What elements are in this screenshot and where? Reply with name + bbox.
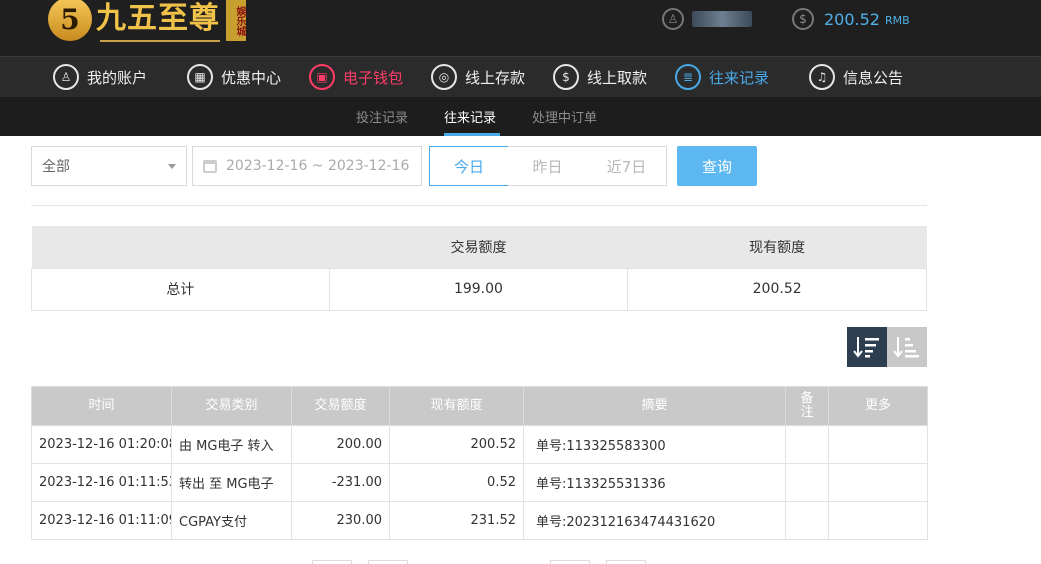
summary-header-blank <box>31 226 330 268</box>
cell-time: 2023-12-16 01:20:08 <box>31 425 172 464</box>
cell-balance: 0.52 <box>389 463 524 502</box>
nav-promotions[interactable]: ▦ 优惠中心 <box>187 63 281 91</box>
summary-header-trade-amount: 交易额度 <box>329 226 628 268</box>
date-range-value: 2023-12-16 ~ 2023-12-16 <box>226 158 410 174</box>
nav-label: 线上存款 <box>465 68 526 87</box>
summary-row-label: 总计 <box>31 267 330 311</box>
nav-announcements[interactable]: ♫ 信息公告 <box>809 63 903 91</box>
pager-button[interactable] <box>606 560 646 564</box>
logo-tag: 娱乐城 <box>226 0 246 41</box>
nav-online-withdraw[interactable]: $ 线上取款 <box>553 63 647 91</box>
masked-username <box>692 11 752 27</box>
col-header-summary[interactable]: 摘要 <box>523 386 786 426</box>
tab-pending-orders[interactable]: 处理中订单 <box>532 107 597 126</box>
site-logo[interactable]: 5 九五至尊 娱乐城 <box>48 0 246 44</box>
cell-more[interactable] <box>828 463 928 502</box>
table-row: 2023-12-16 01:11:09 CGPAY支付 230.00 231.5… <box>31 501 928 540</box>
cell-amount: 200.00 <box>291 425 390 464</box>
table-row: 2023-12-16 01:11:53 转出 至 MG电子 -231.00 0.… <box>31 463 928 502</box>
sort-asc-button[interactable] <box>887 327 927 367</box>
active-tab-indicator <box>444 133 500 136</box>
col-header-more[interactable]: 更多 <box>828 386 928 426</box>
cell-note <box>785 501 829 540</box>
cell-more[interactable] <box>828 501 928 540</box>
cell-time: 2023-12-16 01:11:53 <box>31 463 172 502</box>
nav-e-wallet[interactable]: ▣ 电子钱包 <box>309 63 403 91</box>
cell-balance: 231.52 <box>389 501 524 540</box>
col-header-balance[interactable]: 现有额度 <box>389 386 524 426</box>
summary-trade-amount: 199.00 <box>328 267 629 311</box>
pager-button[interactable] <box>312 560 352 564</box>
wallet-icon: ▣ <box>309 64 335 90</box>
nav-label: 我的账户 <box>87 68 148 87</box>
nav-my-account[interactable]: ♙ 我的账户 <box>53 63 147 91</box>
sort-asc-icon <box>893 337 919 358</box>
balance-unit: RMB <box>884 14 910 27</box>
summary-table: 交易额度 现有额度 总计 199.00 200.52 <box>31 226 927 311</box>
nav-transaction-records[interactable]: ≣ 往来记录 <box>675 63 769 91</box>
col-header-note-text: 备注 <box>800 391 814 420</box>
logo-mark: 5 <box>48 0 92 41</box>
withdraw-icon: $ <box>553 64 579 90</box>
sort-desc-icon <box>853 337 879 358</box>
col-header-time[interactable]: 时间 <box>31 386 172 426</box>
user-icon: ♙ <box>662 8 684 30</box>
cell-summary: 单号:202312163474431620 <box>523 501 786 540</box>
col-header-note[interactable]: 备注 <box>785 386 829 426</box>
cell-amount: -231.00 <box>291 463 390 502</box>
records-table: 时间 交易类别 交易额度 现有额度 摘要 备注 更多 2023-12-16 01… <box>31 386 928 540</box>
summary-current-amount: 200.52 <box>627 267 927 311</box>
sub-nav: 投注记录 往来记录 处理中订单 <box>0 97 1041 136</box>
last-7-days-button[interactable]: 近7日 <box>587 146 667 186</box>
logo-underline <box>100 40 220 42</box>
pager-button[interactable] <box>550 560 590 564</box>
tab-transaction-records[interactable]: 往来记录 <box>444 107 496 126</box>
top-header: 5 九五至尊 娱乐城 ♙ $ 200.52 RMB <box>0 0 1041 56</box>
cell-amount: 230.00 <box>291 501 390 540</box>
cell-type: 转出 至 MG电子 <box>171 463 292 502</box>
nav-label: 往来记录 <box>709 68 770 87</box>
nav-label: 线上取款 <box>587 68 648 87</box>
cell-type: CGPAY支付 <box>171 501 292 540</box>
summary-header-current-amount: 现有额度 <box>627 226 927 268</box>
tab-bet-records[interactable]: 投注记录 <box>356 107 408 126</box>
gift-icon: ▦ <box>187 64 213 90</box>
today-button[interactable]: 今日 <box>429 146 509 186</box>
user-info[interactable]: ♙ <box>662 8 752 30</box>
deposit-icon: ◎ <box>431 64 457 90</box>
bell-icon: ♫ <box>809 64 835 90</box>
cell-note <box>785 463 829 502</box>
yesterday-button[interactable]: 昨日 <box>508 146 588 186</box>
category-select[interactable]: 全部 <box>31 146 187 186</box>
table-row: 2023-12-16 01:20:08 由 MG电子 转入 200.00 200… <box>31 425 928 464</box>
nav-online-deposit[interactable]: ◎ 线上存款 <box>431 63 525 91</box>
cell-summary: 单号:113325531336 <box>523 463 786 502</box>
balance-amount: 200.52 <box>824 9 880 29</box>
query-button[interactable]: 查询 <box>677 146 757 186</box>
date-range-input[interactable]: 2023-12-16 ~ 2023-12-16 <box>192 146 422 186</box>
pager-button[interactable] <box>368 560 408 564</box>
col-header-amount[interactable]: 交易额度 <box>291 386 390 426</box>
calendar-icon <box>203 159 217 173</box>
user-icon: ♙ <box>53 64 79 90</box>
cell-more[interactable] <box>828 425 928 464</box>
cell-type: 由 MG电子 转入 <box>171 425 292 464</box>
cell-summary: 单号:113325583300 <box>523 425 786 464</box>
cell-balance: 200.52 <box>389 425 524 464</box>
col-header-type[interactable]: 交易类别 <box>171 386 292 426</box>
nav-label: 电子钱包 <box>343 68 404 87</box>
divider <box>31 205 927 206</box>
cell-time: 2023-12-16 01:11:09 <box>31 501 172 540</box>
nav-label: 信息公告 <box>843 68 904 87</box>
logo-text: 九五至尊 <box>96 1 220 36</box>
cell-note <box>785 425 829 464</box>
balance-display: $ 200.52 RMB <box>792 8 910 30</box>
chevron-down-icon <box>168 164 176 169</box>
main-nav: ♙ 我的账户 ▦ 优惠中心 ▣ 电子钱包 ◎ 线上存款 $ 线上取款 ≣ 往来记… <box>0 56 1041 97</box>
records-icon: ≣ <box>675 64 701 90</box>
nav-label: 优惠中心 <box>221 68 282 87</box>
currency-icon: $ <box>792 8 814 30</box>
sort-desc-button[interactable] <box>847 327 887 367</box>
category-value: 全部 <box>42 159 70 175</box>
